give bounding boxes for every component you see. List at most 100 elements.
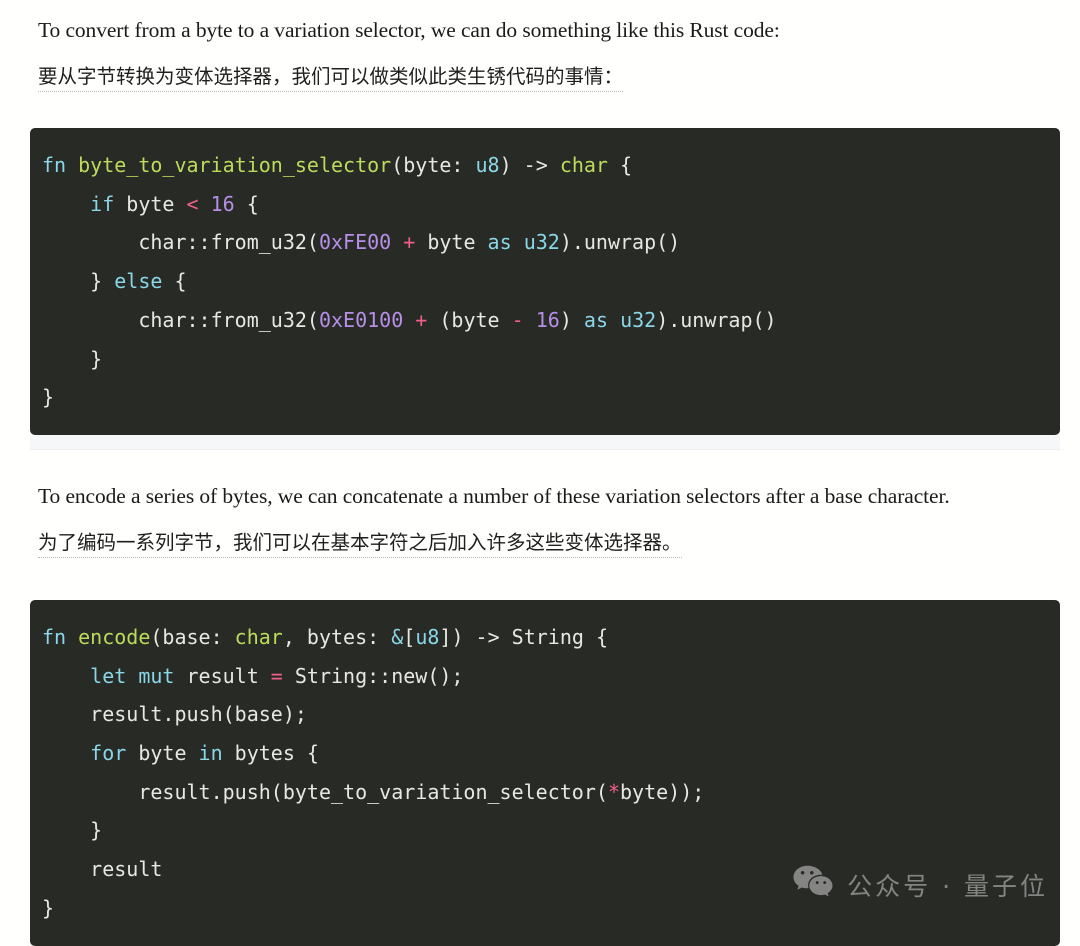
code-token: { bbox=[162, 269, 187, 294]
code-token: , bytes: bbox=[282, 624, 392, 649]
code-token: fn bbox=[42, 153, 79, 177]
code-token: result.push(base); bbox=[42, 702, 307, 727]
code-token: (byte bbox=[427, 307, 512, 332]
code-token: { bbox=[607, 153, 633, 177]
code-token: - bbox=[511, 307, 524, 332]
paragraph-2-chinese-text: 为了编码一系列字节，我们可以在基本字符之后加入许多这些变体选择器。 bbox=[38, 530, 682, 558]
code-line: result.push(base); bbox=[30, 695, 1060, 734]
code-token: (base: bbox=[150, 624, 235, 649]
code-token: result bbox=[42, 857, 163, 882]
code-token: [ bbox=[403, 624, 416, 649]
code-token: byte bbox=[114, 191, 187, 216]
code-line: fn byte_to_variation_selector(byte: u8) … bbox=[30, 146, 1060, 185]
code-line: if byte < 16 { bbox=[30, 185, 1060, 224]
code-token: (byte: bbox=[391, 153, 476, 177]
code-line: } else { bbox=[30, 262, 1060, 301]
code-token: bytes { bbox=[222, 741, 319, 766]
pre-code-1-gap bbox=[0, 94, 1080, 128]
code-token: char bbox=[234, 624, 283, 649]
top-spacer bbox=[0, 0, 1080, 12]
code-block-1-container: fn byte_to_variation_selector(byte: u8) … bbox=[30, 128, 1060, 435]
code-token: ).unwrap() bbox=[559, 230, 681, 255]
code-line: } bbox=[30, 378, 1060, 417]
code-token: encode bbox=[78, 624, 151, 649]
code-token: byte bbox=[415, 230, 488, 255]
paragraph-1-gap bbox=[0, 48, 1080, 60]
code-token: & bbox=[391, 624, 404, 649]
code-block-2-container: fn encode(base: char, bytes: &[u8]) -> S… bbox=[30, 599, 1060, 946]
code-token: char::from_u32( bbox=[42, 230, 319, 255]
paragraph-2-english: To encode a series of bytes, we can conc… bbox=[38, 483, 950, 508]
code-line: fn encode(base: char, bytes: &[u8]) -> S… bbox=[30, 618, 1060, 657]
code-token: for bbox=[90, 741, 127, 766]
code-token: result bbox=[174, 663, 271, 688]
code-line: result.push(byte_to_variation_selector(*… bbox=[30, 773, 1060, 812]
code-token: 0xE0100 bbox=[318, 307, 404, 332]
code-token: ]) -> String { bbox=[439, 624, 608, 649]
code-token: 16 bbox=[210, 191, 235, 216]
paragraph-1-chinese-text: 要从字节转换为变体选择器，我们可以做类似此类生锈代码的事情： bbox=[38, 65, 624, 92]
paragraph-2-gap bbox=[0, 514, 1080, 526]
code-token: String::new(); bbox=[282, 663, 464, 688]
code-token: let bbox=[90, 663, 127, 688]
code-token: fn bbox=[42, 624, 79, 649]
code-token: } bbox=[42, 895, 55, 920]
code-token: } bbox=[42, 269, 115, 294]
code-block-1-scrollbar[interactable] bbox=[30, 434, 1060, 450]
paragraph-1-chinese: 要从字节转换为变体选择器，我们可以做类似此类生锈代码的事情： bbox=[0, 60, 1080, 94]
code-token: { bbox=[234, 191, 259, 216]
code-token: byte)); bbox=[619, 779, 705, 804]
code-line: let mut result = String::new(); bbox=[30, 657, 1060, 696]
code-token: u8 bbox=[415, 624, 440, 649]
code-line: } bbox=[30, 811, 1060, 850]
article-page: To convert from a byte to a variation se… bbox=[0, 0, 1080, 946]
code-line: char::from_u32(0xFE00 + byte as u32).unw… bbox=[30, 223, 1060, 262]
code-token: ).unwrap() bbox=[656, 307, 777, 332]
code-token: u8 bbox=[475, 153, 500, 177]
paragraph-2-chinese: 为了编码一系列字节，我们可以在基本字符之后加入许多这些变体选择器。 bbox=[0, 526, 1080, 560]
code-token: + bbox=[403, 230, 416, 255]
code-token: ) bbox=[559, 307, 584, 332]
code-line: result bbox=[30, 850, 1060, 889]
code-token: } bbox=[42, 346, 103, 371]
code-token: if bbox=[90, 191, 115, 216]
code-token: * bbox=[607, 779, 620, 804]
code-token: mut bbox=[138, 663, 175, 688]
code-token: < bbox=[186, 191, 199, 216]
code-token: byte bbox=[126, 741, 199, 766]
code-token: as bbox=[583, 307, 609, 332]
code-line: for byte in bytes { bbox=[30, 734, 1060, 773]
code-line: char::from_u32(0xE0100 + (byte - 16) as … bbox=[30, 301, 1060, 340]
code-token: + bbox=[415, 307, 428, 332]
code-token: as bbox=[487, 230, 512, 255]
code-token: else bbox=[114, 269, 163, 294]
code-token: byte_to_variation_selector bbox=[78, 153, 392, 177]
code-token: char bbox=[559, 153, 608, 177]
code-line: } bbox=[30, 889, 1060, 928]
code-token: u32 bbox=[620, 307, 657, 332]
code-token: 16 bbox=[535, 307, 560, 332]
code-token: } bbox=[42, 385, 55, 410]
code-block-2[interactable]: fn encode(base: char, bytes: &[u8]) -> S… bbox=[30, 599, 1060, 946]
code-token: ) -> bbox=[499, 153, 560, 177]
post-code-1-gap bbox=[0, 450, 1080, 478]
code-token: u32 bbox=[523, 230, 560, 255]
code-token: } bbox=[42, 818, 103, 843]
code-token: in bbox=[198, 741, 223, 766]
code-line: } bbox=[30, 340, 1060, 379]
code-token: result.push(byte_to_variation_selector( bbox=[42, 779, 608, 804]
code-block-1[interactable]: fn byte_to_variation_selector(byte: u8) … bbox=[30, 128, 1060, 435]
paragraph-1-english: To convert from a byte to a variation se… bbox=[38, 18, 780, 42]
pre-code-2-gap bbox=[0, 560, 1080, 600]
code-token: 0xFE00 bbox=[318, 230, 392, 255]
